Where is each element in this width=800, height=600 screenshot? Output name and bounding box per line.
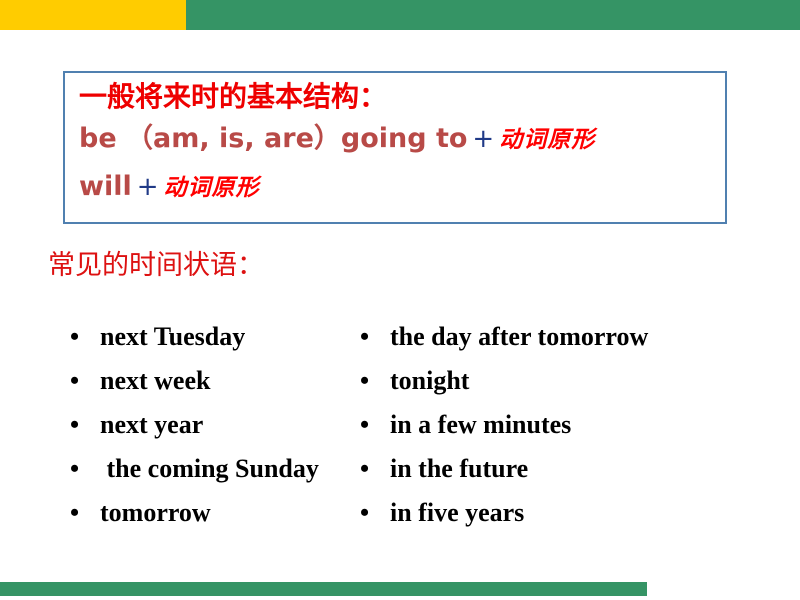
list-item: • next Tuesday [70, 322, 352, 366]
bullet-dot-icon: • [70, 498, 80, 527]
top-decor-bands [0, 0, 800, 30]
time-adverbials-left-column: • next Tuesday • next week • next year •… [0, 322, 352, 542]
list-item: • in five years [360, 498, 800, 542]
bullet-dot-icon: • [360, 454, 370, 483]
top-band-green [186, 0, 800, 30]
list-item: • tomorrow [70, 498, 352, 542]
plus-sign-icon: + [136, 172, 159, 202]
bullet-list-left: • next Tuesday • next week • next year •… [70, 322, 352, 542]
list-item-label: next Tuesday [100, 322, 246, 351]
structure-formula-be-going-to: be （am, is, are）going to + 动词原形 [79, 125, 595, 152]
plus-sign-icon: + [472, 124, 495, 154]
structure-formula-will: will + 动词原形 [79, 173, 260, 200]
list-item-label: next year [100, 410, 204, 439]
bullet-dot-icon: • [360, 410, 370, 439]
list-item: • next week [70, 366, 352, 410]
list-item: • the day after tomorrow [360, 322, 800, 366]
list-item-label: in a few minutes [390, 410, 572, 439]
list-item: • tonight [360, 366, 800, 410]
bullet-dot-icon: • [360, 322, 370, 351]
time-adverbials-heading: 常见的时间状语： [48, 250, 264, 281]
list-item-label: next week [100, 366, 211, 395]
bullet-dot-icon: • [70, 322, 80, 351]
list-item-label: the day after tomorrow [390, 322, 649, 351]
bullet-dot-icon: • [360, 366, 370, 395]
list-item-label: the coming Sunday [100, 454, 319, 483]
bullet-dot-icon: • [360, 498, 370, 527]
list-item-label: tonight [390, 366, 470, 395]
grammar-structure-box: 一般将来时的基本结构： be （am, is, are）going to + 动词原… [63, 71, 727, 224]
list-item: • in a few minutes [360, 410, 800, 454]
time-adverbials-columns: • next Tuesday • next week • next year •… [0, 322, 800, 542]
list-item-label: tomorrow [100, 498, 211, 527]
list-item: • next year [70, 410, 352, 454]
formula-english-will: will [79, 171, 132, 202]
time-adverbials-right-column: • the day after tomorrow • tonight • in … [352, 322, 800, 542]
bullet-dot-icon: • [70, 366, 80, 395]
list-item-label: in the future [390, 454, 529, 483]
structure-box-title: 一般将来时的基本结构： [79, 80, 388, 113]
list-item: • in the future [360, 454, 800, 498]
bullet-dot-icon: • [70, 410, 80, 439]
formula-chinese-verb-base-1: 动词原形 [499, 127, 596, 153]
bullet-dot-icon: • [70, 454, 80, 483]
formula-chinese-verb-base-2: 动词原形 [163, 175, 260, 201]
list-item-label: in five years [390, 498, 525, 527]
list-item: • the coming Sunday [70, 454, 352, 498]
bullet-list-right: • the day after tomorrow • tonight • in … [360, 322, 800, 542]
formula-english-be-going-to: be （am, is, are）going to [79, 123, 468, 154]
bottom-band-green [0, 582, 647, 596]
top-band-yellow [0, 0, 186, 30]
